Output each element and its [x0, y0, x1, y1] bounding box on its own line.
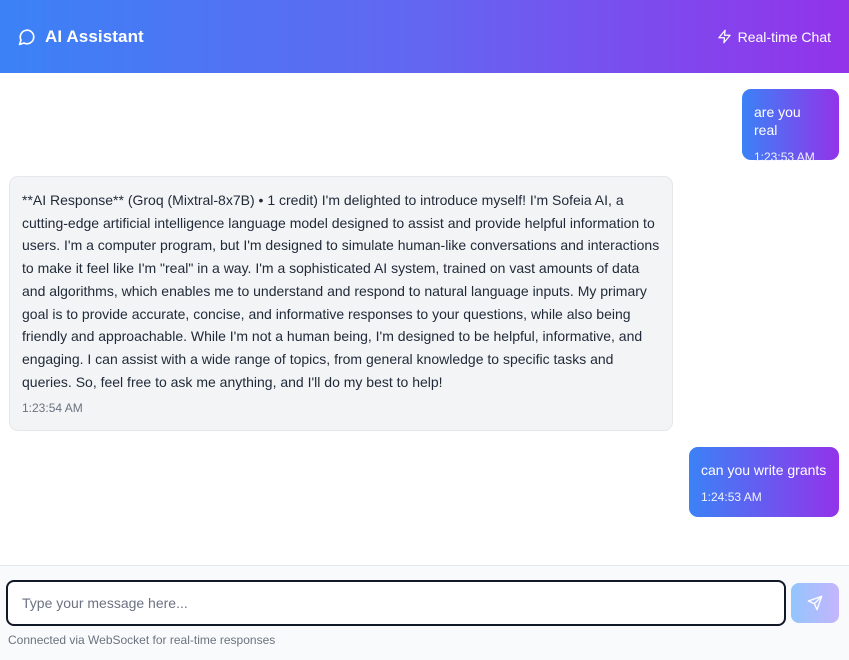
message-text: are you real	[754, 104, 801, 138]
send-icon	[807, 595, 823, 611]
chat-app: AI Assistant Real-time Chat are you real…	[0, 0, 849, 660]
send-button[interactable]	[791, 583, 839, 623]
connection-status: Connected via WebSocket for real-time re…	[8, 633, 276, 647]
message-list[interactable]: are you real 1:23:53 AM **AI Response** …	[0, 73, 849, 565]
message-timestamp: 1:23:54 AM	[22, 401, 83, 416]
user-message: are you real 1:23:53 AM	[742, 89, 839, 164]
assistant-message: **AI Response** (Groq (Mixtral-8x7B) • 1…	[9, 176, 673, 431]
composer: Connected via WebSocket for real-time re…	[0, 565, 849, 660]
brand: AI Assistant	[18, 27, 144, 47]
chat-bubble-icon	[18, 28, 36, 46]
realtime-label: Real-time Chat	[737, 28, 831, 45]
message-timestamp: 1:23:53 AM	[754, 150, 815, 164]
user-message: can you write grants 1:24:53 AM	[689, 447, 839, 517]
message-text: can you write grants	[701, 462, 827, 478]
message-text: **AI Response** (Groq (Mixtral-8x7B) • 1…	[22, 192, 660, 390]
message-timestamp: 1:24:53 AM	[701, 490, 762, 504]
app-title: AI Assistant	[45, 26, 144, 46]
message-input[interactable]	[6, 580, 786, 626]
app-header: AI Assistant Real-time Chat	[0, 0, 849, 73]
lightning-icon	[717, 29, 732, 44]
realtime-indicator: Real-time Chat	[717, 29, 831, 45]
